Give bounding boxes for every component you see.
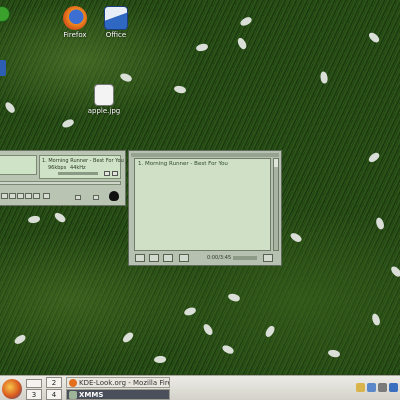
playlist-misc-button[interactable] xyxy=(179,254,189,262)
petal xyxy=(173,85,187,94)
petal xyxy=(201,322,215,337)
petal xyxy=(221,343,235,356)
petal xyxy=(3,100,17,115)
shuffle-toggle[interactable] xyxy=(75,195,81,200)
pager-desktop-2[interactable]: 2 xyxy=(46,377,62,388)
playlist-item[interactable]: 1. Morning Runner - Best For You xyxy=(138,161,228,167)
app-icon-partial[interactable] xyxy=(0,6,10,22)
playlist-scrollbar[interactable] xyxy=(273,158,279,251)
petal xyxy=(370,312,382,327)
petal xyxy=(53,211,67,224)
pager-desktop-4[interactable]: 4 xyxy=(46,389,62,400)
petal xyxy=(319,70,329,85)
eject-button[interactable] xyxy=(43,193,50,199)
petal xyxy=(367,150,381,165)
tray-icon-network[interactable] xyxy=(367,383,376,392)
petal xyxy=(227,292,241,303)
bitrate-text: 96kbps xyxy=(48,165,67,171)
xmms-playlist-window[interactable]: 1. Morning Runner - Best For You 0:00/3:… xyxy=(128,150,282,266)
seek-bar[interactable] xyxy=(0,181,121,185)
volume-slider[interactable] xyxy=(58,172,98,175)
desktop-icon-label: Office xyxy=(105,31,127,39)
samplerate-text: 44kHz xyxy=(70,165,86,171)
playlist-select-button[interactable] xyxy=(163,254,173,262)
taskbar: 3 2 4 KDE-Look.org - Mozilla Firef XMMS xyxy=(0,375,400,400)
playlist-titlebar[interactable] xyxy=(131,153,279,157)
time-display xyxy=(0,155,37,175)
petal xyxy=(263,324,277,339)
task-label: KDE-Look.org - Mozilla Firef xyxy=(79,379,170,387)
petal xyxy=(389,264,400,279)
petal xyxy=(195,42,209,53)
scroll-thumb[interactable] xyxy=(274,159,278,167)
track-title-text: 1. Morning Runner - Best For You xyxy=(42,158,124,164)
image-file-icon xyxy=(94,84,114,106)
petal xyxy=(327,349,341,358)
xmms-icon xyxy=(69,391,77,399)
petal xyxy=(119,72,133,83)
eq-toggle[interactable] xyxy=(104,171,110,176)
playlist-list[interactable]: 1. Morning Runner - Best For You xyxy=(134,158,271,251)
tray-icon-volume[interactable] xyxy=(389,383,398,392)
petal xyxy=(367,30,381,45)
desktop-icon-office[interactable]: Office xyxy=(94,6,138,39)
desktop-icon-apple-jpg[interactable]: apple.jpg xyxy=(82,84,126,115)
playlist-list-button[interactable] xyxy=(263,254,273,262)
desktop-icon-firefox[interactable]: Firefox xyxy=(53,6,97,39)
desktop-icon-label: apple.jpg xyxy=(87,107,121,115)
tux-icon xyxy=(109,191,119,201)
next-button[interactable] xyxy=(33,193,40,199)
stop-button[interactable] xyxy=(25,193,32,199)
desktop-icon-label: Firefox xyxy=(63,31,87,39)
app-icon-partial[interactable] xyxy=(0,60,6,76)
show-desktop-icon[interactable] xyxy=(26,379,42,388)
task-label: XMMS xyxy=(79,391,104,399)
pause-button[interactable] xyxy=(17,193,24,199)
petal xyxy=(61,117,75,130)
petal xyxy=(235,36,249,51)
tray-icon-notes[interactable] xyxy=(356,383,365,392)
task-firefox[interactable]: KDE-Look.org - Mozilla Firef xyxy=(66,377,170,388)
petal xyxy=(183,306,197,317)
xmms-main-window[interactable]: 1. Morning Runner - Best For You 96kbps … xyxy=(0,150,126,206)
petal xyxy=(27,215,41,224)
playlist-remove-button[interactable] xyxy=(149,254,159,262)
playlist-add-button[interactable] xyxy=(135,254,145,262)
petal xyxy=(374,216,386,231)
petal xyxy=(121,330,135,345)
petal xyxy=(239,15,253,28)
info-display: 1. Morning Runner - Best For You 96kbps … xyxy=(39,155,124,179)
play-button[interactable] xyxy=(9,193,16,199)
petal xyxy=(13,333,27,346)
firefox-icon xyxy=(69,379,77,387)
petal xyxy=(153,355,167,364)
playlist-mini-controls[interactable] xyxy=(233,256,257,260)
petal xyxy=(289,231,303,244)
tray-icon-monitor[interactable] xyxy=(378,383,387,392)
pager-desktop-3[interactable]: 3 xyxy=(26,389,42,400)
task-xmms[interactable]: XMMS xyxy=(66,389,170,400)
kmenu-button[interactable] xyxy=(2,379,22,399)
firefox-icon xyxy=(63,6,87,30)
playlist-toggle[interactable] xyxy=(112,171,118,176)
playlist-time-text: 0:00/3:45 xyxy=(207,255,232,261)
previous-button[interactable] xyxy=(1,193,8,199)
office-icon xyxy=(104,6,128,30)
repeat-toggle[interactable] xyxy=(93,195,99,200)
desktop-background: Firefox Office apple.jpg 1. Morning Runn… xyxy=(0,0,400,375)
